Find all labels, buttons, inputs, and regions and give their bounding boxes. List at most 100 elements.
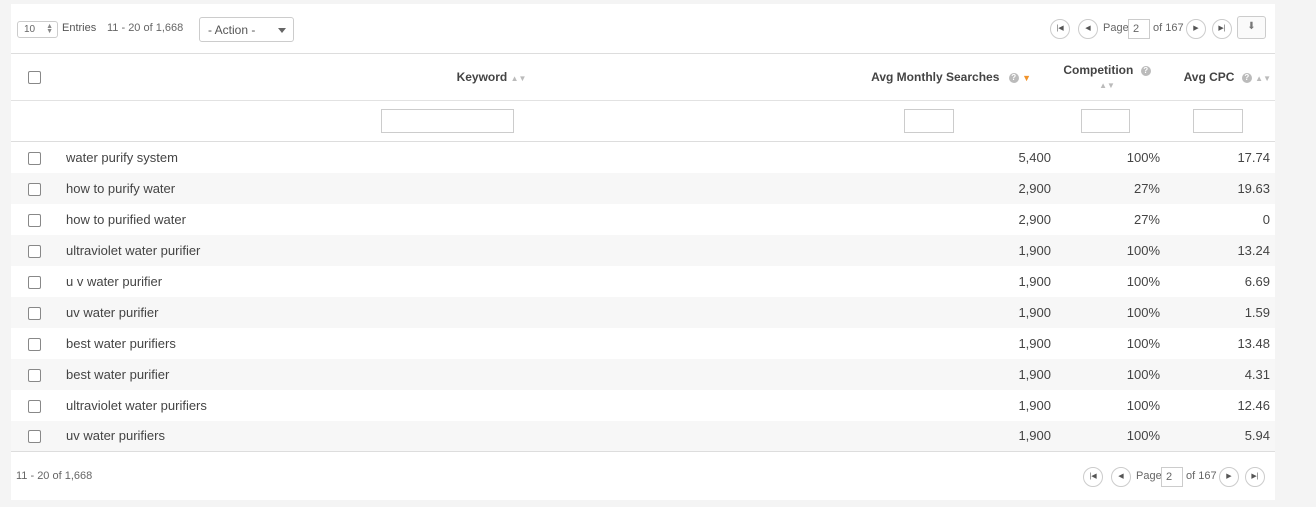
- table-row: how to purify water 2,900 27% 19.63: [11, 172, 1275, 204]
- row-checkbox[interactable]: [28, 182, 41, 196]
- competition-cell: 100%: [1126, 397, 1160, 413]
- last-page-icon[interactable]: ▶|: [1212, 19, 1232, 39]
- keyword-cell: uv water purifiers: [66, 428, 165, 444]
- select-all-checkbox[interactable]: [28, 71, 41, 85]
- row-checkbox[interactable]: [28, 306, 41, 320]
- prev-page-icon[interactable]: ◀: [1111, 467, 1131, 487]
- competition-cell: 100%: [1126, 335, 1160, 351]
- help-icon[interactable]: ?: [1241, 72, 1252, 83]
- searches-cell: 2,900: [1018, 211, 1051, 227]
- export-button[interactable]: ⬇: [1237, 16, 1266, 39]
- prev-page-icon[interactable]: ◀: [1078, 19, 1098, 39]
- cpc-cell: 13.24: [1237, 242, 1270, 258]
- download-icon: ⬇: [1247, 21, 1256, 32]
- table-row: best water purifier 1,900 100% 4.31: [11, 358, 1275, 390]
- column-avg-monthly-searches[interactable]: Avg Monthly Searches ? ▼: [824, 54, 1051, 101]
- competition-cell: 27%: [1133, 211, 1160, 227]
- select-all-cell: [11, 54, 59, 101]
- table-body: water purify system 5,400 100% 17.74 how…: [11, 142, 1275, 452]
- row-checkbox[interactable]: [28, 399, 41, 413]
- sort-descending-icon: ▼: [1022, 73, 1031, 83]
- cpc-cell: 0: [1262, 211, 1270, 227]
- searches-filter-input[interactable]: [904, 109, 954, 133]
- page-number-input[interactable]: 2: [1161, 467, 1183, 487]
- help-icon[interactable]: ?: [1140, 65, 1151, 76]
- searches-cell: 1,900: [1018, 273, 1051, 289]
- competition-cell: 27%: [1133, 180, 1160, 196]
- cpc-cell: 12.46: [1237, 397, 1270, 413]
- keyword-cell: ultraviolet water purifiers: [66, 397, 207, 413]
- entries-per-page-select[interactable]: 10 ▲ ▼: [17, 21, 58, 38]
- column-avg-monthly-label: Avg Monthly Searches: [871, 70, 1000, 84]
- searches-cell: 1,900: [1018, 397, 1051, 413]
- page-label: Page: [1136, 470, 1162, 482]
- keyword-cell: water purify system: [66, 149, 178, 165]
- page-count: of 167: [1153, 22, 1184, 34]
- range-summary: 11 - 20 of 1,668: [107, 22, 184, 34]
- searches-cell: 5,400: [1018, 149, 1051, 165]
- first-page-icon[interactable]: |◀: [1083, 467, 1103, 487]
- bulk-action-label: - Action -: [208, 23, 256, 37]
- row-checkbox[interactable]: [28, 275, 41, 289]
- table-row: uv water purifiers 1,900 100% 5.94: [11, 420, 1275, 452]
- keyword-table: Keyword ▲▼ Avg Monthly Searches ? ▼ Comp…: [11, 53, 1275, 452]
- column-keyword-label: Keyword: [456, 70, 508, 84]
- keyword-cell: ultraviolet water purifier: [66, 242, 201, 258]
- searches-cell: 1,900: [1018, 366, 1051, 382]
- entries-per-page-value: 10: [24, 24, 36, 35]
- column-competition[interactable]: Competition ? ▲▼: [1051, 54, 1163, 101]
- searches-cell: 1,900: [1018, 335, 1051, 351]
- column-avg-cpc[interactable]: Avg CPC ? ▲▼: [1163, 54, 1275, 101]
- keyword-cell: best water purifiers: [66, 335, 176, 351]
- keyword-cell: uv water purifier: [66, 304, 159, 320]
- row-checkbox[interactable]: [28, 430, 41, 444]
- bulk-action-dropdown[interactable]: - Action -: [199, 17, 294, 42]
- keyword-cell: best water purifier: [66, 366, 170, 382]
- table-row: u v water purifier 1,900 100% 6.69: [11, 266, 1275, 297]
- row-checkbox[interactable]: [28, 337, 41, 351]
- cpc-cell: 5.94: [1244, 428, 1270, 444]
- bottom-pager: |◀ ◀ Page 2 of 167 ▶ ▶|: [1083, 467, 1265, 487]
- keyword-cell: how to purify water: [66, 180, 176, 196]
- sort-icon: ▲▼: [510, 74, 527, 83]
- keyword-cell: how to purified water: [66, 211, 186, 227]
- competition-cell: 100%: [1126, 273, 1160, 289]
- cpc-cell: 1.59: [1244, 304, 1270, 320]
- searches-cell: 2,900: [1018, 180, 1051, 196]
- cpc-filter-input[interactable]: [1193, 109, 1243, 133]
- column-keyword[interactable]: Keyword ▲▼: [59, 54, 824, 101]
- table-row: ultraviolet water purifiers 1,900 100% 1…: [11, 390, 1275, 421]
- row-checkbox[interactable]: [28, 244, 41, 258]
- cpc-cell: 19.63: [1237, 180, 1270, 196]
- row-checkbox[interactable]: [28, 368, 41, 382]
- cpc-cell: 4.31: [1244, 366, 1270, 382]
- keyword-cell: u v water purifier: [66, 273, 163, 289]
- keyword-table-panel: 10 ▲ ▼ Entries 11 - 20 of 1,668 - Action …: [11, 4, 1275, 500]
- sort-icon: ▲▼: [1255, 74, 1271, 83]
- entries-label: Entries: [62, 22, 97, 34]
- table-toolbar: 10 ▲ ▼ Entries 11 - 20 of 1,668 - Action …: [11, 4, 1275, 53]
- filter-row: [11, 101, 1275, 142]
- table-row: water purify system 5,400 100% 17.74: [11, 142, 1275, 173]
- competition-filter-input[interactable]: [1081, 109, 1130, 133]
- keyword-filter-input[interactable]: [381, 109, 514, 133]
- last-page-icon[interactable]: ▶|: [1245, 467, 1265, 487]
- competition-cell: 100%: [1126, 149, 1160, 165]
- row-checkbox[interactable]: [28, 213, 41, 227]
- cpc-cell: 17.74: [1237, 149, 1270, 165]
- cpc-cell: 13.48: [1237, 335, 1270, 351]
- cpc-cell: 6.69: [1244, 273, 1270, 289]
- table-row: ultraviolet water purifier 1,900 100% 13…: [11, 234, 1275, 266]
- next-page-icon[interactable]: ▶: [1219, 467, 1239, 487]
- row-checkbox[interactable]: [28, 151, 41, 165]
- competition-cell: 100%: [1126, 366, 1160, 382]
- column-avg-cpc-label: Avg CPC: [1183, 70, 1235, 84]
- searches-cell: 1,900: [1018, 304, 1051, 320]
- first-page-icon[interactable]: |◀: [1050, 19, 1070, 39]
- chevron-down-icon: [278, 28, 286, 33]
- page-number-input[interactable]: 2: [1128, 19, 1150, 39]
- table-row: how to purified water 2,900 27% 0: [11, 204, 1275, 235]
- help-icon[interactable]: ?: [1008, 72, 1019, 83]
- top-pager: |◀ ◀ Page 2 of 167 ▶ ▶|: [1050, 19, 1232, 39]
- next-page-icon[interactable]: ▶: [1186, 19, 1206, 39]
